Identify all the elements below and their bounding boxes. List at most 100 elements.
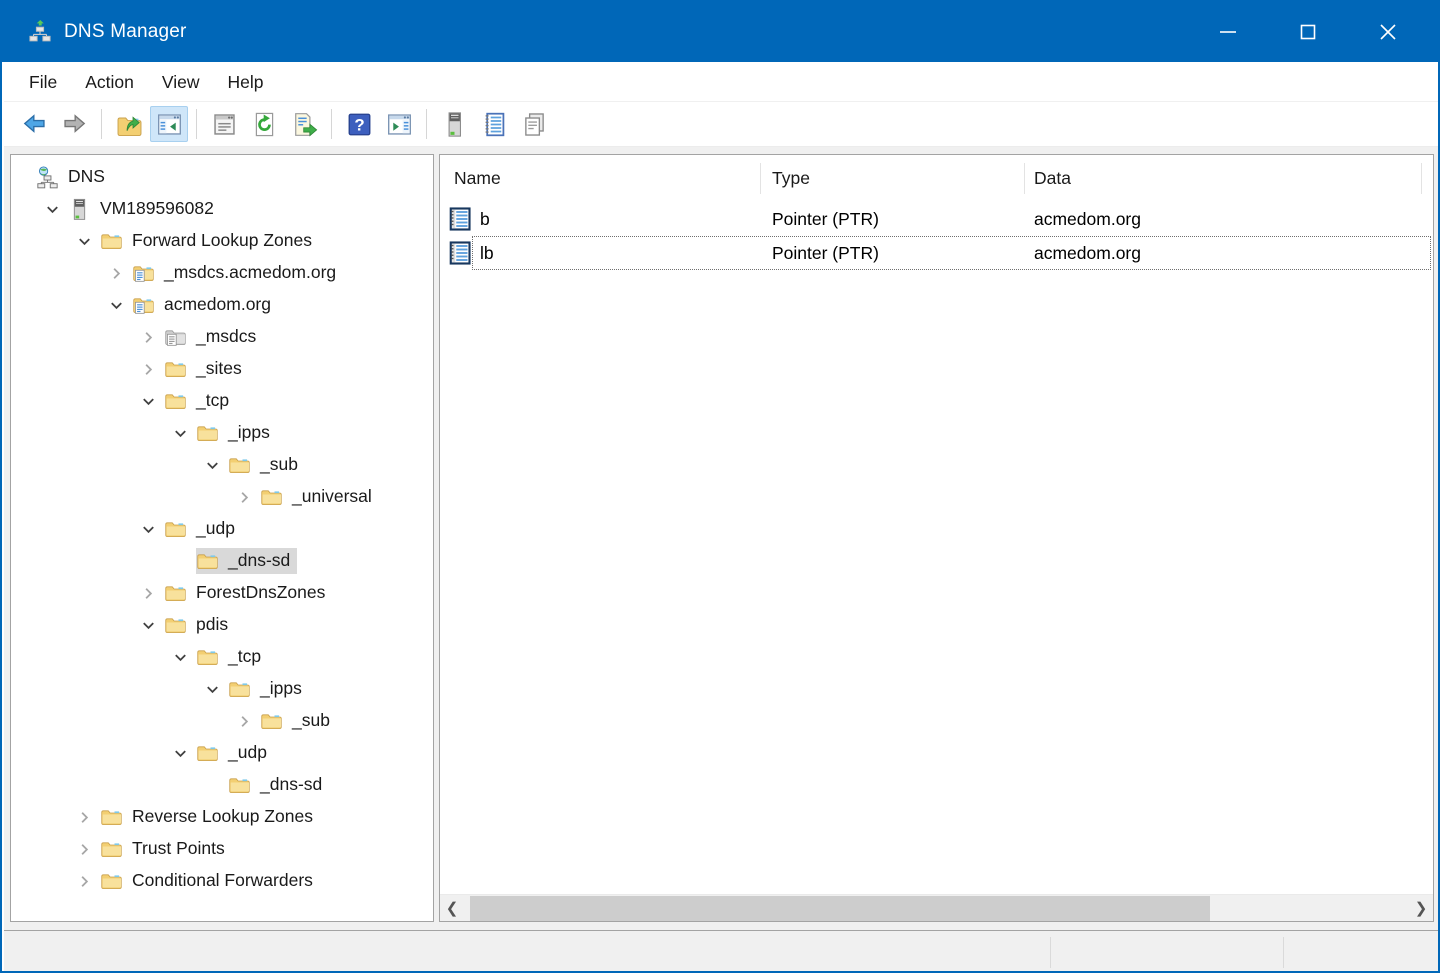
folder-icon: [228, 678, 251, 701]
chevron-right-glyph: [140, 585, 157, 602]
column-separator[interactable]: [1024, 163, 1025, 194]
show-hide-console-tree-button[interactable]: [150, 106, 188, 142]
chevron-right-icon[interactable]: [68, 801, 100, 833]
tree-item-tcp-15[interactable]: _tcp: [11, 641, 433, 673]
column-header-name[interactable]: Name: [454, 155, 501, 201]
chevron-right-icon[interactable]: [132, 577, 164, 609]
chevron-right-icon[interactable]: [228, 705, 260, 737]
tree-item-dns-sd-12[interactable]: _dns-sd: [11, 545, 433, 577]
server-tb-icon: [441, 111, 468, 138]
tree-item-sub-9[interactable]: _sub: [11, 449, 433, 481]
toolbar: [4, 102, 1440, 147]
chevron-down-icon[interactable]: [164, 641, 196, 673]
record-row-lb[interactable]: lb Pointer (PTR) acmedom.org: [440, 236, 1433, 270]
column-header-type[interactable]: Type: [772, 155, 810, 201]
tree-item-udp-18[interactable]: _udp: [11, 737, 433, 769]
tree-item-msdcs-5[interactable]: _msdcs: [11, 321, 433, 353]
refresh-button[interactable]: [245, 106, 283, 142]
tree-item-tcp-7[interactable]: _tcp: [11, 385, 433, 417]
record-list-button[interactable]: [475, 106, 513, 142]
statusbar-separator: [1050, 937, 1051, 968]
tree-item-dns-0[interactable]: DNS: [11, 161, 433, 193]
column-separator[interactable]: [1421, 163, 1422, 194]
show-hide-action-pane-button[interactable]: [380, 106, 418, 142]
tree-item-forward-lookup-zones-2[interactable]: Forward Lookup Zones: [11, 225, 433, 257]
scroll-right-arrow-icon[interactable]: ❯: [1409, 895, 1433, 921]
chevron-down-icon[interactable]: [100, 289, 132, 321]
export-list-button[interactable]: [285, 106, 323, 142]
tree-item-universal-10[interactable]: _universal: [11, 481, 433, 513]
tree-item-sites-6[interactable]: _sites: [11, 353, 433, 385]
console-tree-icon: [156, 111, 183, 138]
chevron-down-icon[interactable]: [132, 513, 164, 545]
expander-placeholder: [164, 545, 196, 577]
chevron-down-glyph: [140, 521, 157, 538]
tree-item-acmedom-org-4[interactable]: acmedom.org: [11, 289, 433, 321]
chevron-right-icon[interactable]: [132, 353, 164, 385]
titlebar: DNS Manager: [2, 2, 1438, 62]
record-list: b Pointer (PTR) acmedom.org lb Pointer (…: [440, 202, 1433, 270]
chevron-right-icon[interactable]: [100, 257, 132, 289]
folder-icon: [164, 614, 187, 637]
tree-item-label: acmedom.org: [163, 292, 276, 318]
tree-item-label: _msdcs.acmedom.org: [163, 260, 341, 286]
column-separator[interactable]: [760, 163, 761, 194]
tree-item-dns-sd-19[interactable]: _dns-sd: [11, 769, 433, 801]
chevron-right-icon[interactable]: [68, 833, 100, 865]
copy-record-button[interactable]: [515, 106, 553, 142]
tree-item-reverse-lookup-zones-20[interactable]: Reverse Lookup Zones: [11, 801, 433, 833]
server-button[interactable]: [435, 106, 473, 142]
tree-item-udp-11[interactable]: _udp: [11, 513, 433, 545]
chevron-down-icon[interactable]: [164, 417, 196, 449]
tree-item-vm189596082-1[interactable]: VM189596082: [11, 193, 433, 225]
tree-item-forestdnszones-13[interactable]: ForestDnsZones: [11, 577, 433, 609]
scroll-left-arrow-icon[interactable]: ❮: [440, 895, 464, 921]
up-one-level-button[interactable]: [110, 106, 148, 142]
folder-icon: [164, 582, 187, 605]
copy-icon: [521, 111, 548, 138]
minimize-button[interactable]: [1188, 2, 1268, 62]
menu-file[interactable]: File: [15, 66, 71, 99]
chevron-down-icon[interactable]: [196, 449, 228, 481]
chevron-right-glyph: [108, 265, 125, 282]
back-button[interactable]: [15, 106, 53, 142]
tree-item-label: Conditional Forwarders: [131, 868, 318, 894]
tree-item-conditional-forwarders-22[interactable]: Conditional Forwarders: [11, 865, 433, 897]
chevron-down-icon[interactable]: [68, 225, 100, 257]
chevron-right-icon[interactable]: [68, 865, 100, 897]
forward-button[interactable]: [55, 106, 93, 142]
tree-item-label: _sub: [291, 708, 335, 734]
tree-item-ipps-8[interactable]: _ipps: [11, 417, 433, 449]
tree-item-label: pdis: [195, 612, 233, 638]
chevron-right-icon[interactable]: [228, 481, 260, 513]
tree-item-sub-17[interactable]: _sub: [11, 705, 433, 737]
menu-action[interactable]: Action: [71, 66, 148, 99]
chevron-right-icon[interactable]: [132, 321, 164, 353]
help-icon: [346, 111, 373, 138]
chevron-down-icon[interactable]: [132, 609, 164, 641]
column-header-data[interactable]: Data: [1034, 155, 1071, 201]
menu-view[interactable]: View: [148, 66, 214, 99]
chevron-down-glyph: [76, 233, 93, 250]
tree-item-trust-points-21[interactable]: Trust Points: [11, 833, 433, 865]
record-row-b[interactable]: b Pointer (PTR) acmedom.org: [440, 202, 1433, 236]
chevron-down-icon[interactable]: [164, 737, 196, 769]
tree-item-ipps-16[interactable]: _ipps: [11, 673, 433, 705]
horizontal-scrollbar[interactable]: ❮ ❯: [440, 894, 1433, 921]
maximize-button[interactable]: [1268, 2, 1348, 62]
menu-help[interactable]: Help: [213, 66, 277, 99]
help-button[interactable]: [340, 106, 378, 142]
chevron-down-icon[interactable]: [132, 385, 164, 417]
properties-button[interactable]: [205, 106, 243, 142]
dns-manager-icon: [28, 20, 52, 44]
close-button[interactable]: [1348, 2, 1428, 62]
tree-item-pdis-14[interactable]: pdis: [11, 609, 433, 641]
up-one-level-icon: [116, 111, 143, 138]
scrollbar-thumb[interactable]: [470, 896, 1210, 921]
tree-item-msdcs-acmedom-org-3[interactable]: _msdcs.acmedom.org: [11, 257, 433, 289]
toolbar-separator: [196, 109, 197, 139]
folder-icon: [228, 774, 251, 797]
chevron-right-glyph: [76, 841, 93, 858]
chevron-down-icon[interactable]: [36, 193, 68, 225]
chevron-down-icon[interactable]: [196, 673, 228, 705]
